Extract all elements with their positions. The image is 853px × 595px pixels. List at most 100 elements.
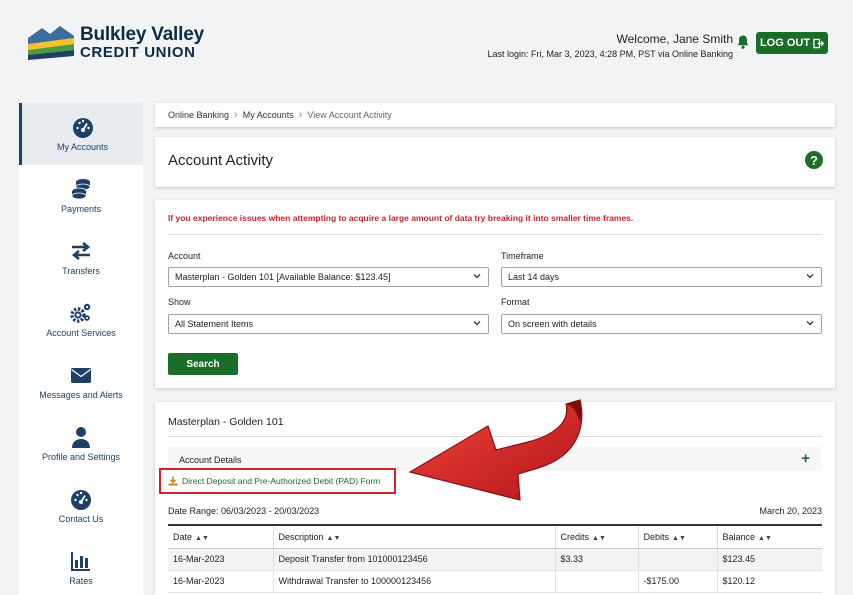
sort-icon: ▲▼ xyxy=(195,534,209,542)
chevron-down-icon xyxy=(473,321,481,326)
help-icon[interactable]: ? xyxy=(805,151,823,169)
column-header-description[interactable]: Description ▲▼ xyxy=(272,524,555,549)
cell-debits xyxy=(637,548,717,571)
brand-logo[interactable]: Bulkley Valley CREDIT UNION xyxy=(28,24,204,60)
download-icon xyxy=(168,476,178,486)
account-name: Masterplan - Golden 101 xyxy=(168,416,284,428)
dashboard-icon xyxy=(71,490,91,510)
sidebar-item-rates[interactable]: Rates xyxy=(19,537,143,595)
bar-chart-icon xyxy=(71,552,90,571)
last-login-text: Last login: Fri, Mar 3, 2023, 4:28 PM, P… xyxy=(487,49,733,59)
user-icon xyxy=(72,427,90,448)
breadcrumb-my-accounts[interactable]: My Accounts xyxy=(243,110,294,120)
sidebar-item-label: Transfers xyxy=(62,266,100,276)
sidebar-item-label: Payments xyxy=(60,204,102,214)
pad-form-link[interactable]: Direct Deposit and Pre-Authorized Debit … xyxy=(159,468,396,494)
title-card: Account Activity ? xyxy=(155,137,835,187)
cell-date: 16-Mar-2023 xyxy=(168,548,273,571)
sidebar: My Accounts Payments Transfers Account S… xyxy=(19,103,143,595)
sidebar-item-label: Profile and Settings xyxy=(41,452,121,462)
timeframe-label: Timeframe xyxy=(501,251,544,261)
brand-line1: Bulkley Valley xyxy=(80,23,204,45)
sidebar-item-label: Messages and Alerts xyxy=(39,390,123,400)
report-date: March 20, 2023 xyxy=(759,506,822,516)
gears-icon xyxy=(70,303,91,323)
cell-description: Deposit Transfer from 101000123456 xyxy=(272,548,555,571)
sidebar-item-profile-settings[interactable]: Profile and Settings xyxy=(19,413,143,475)
format-select-value: On screen with details xyxy=(508,319,597,329)
table-row: 16-Mar-2023 Withdrawal Transfer to 10000… xyxy=(168,570,822,593)
brand-line2: CREDIT UNION xyxy=(80,43,196,61)
chevron-down-icon xyxy=(806,274,814,279)
timeframe-select[interactable]: Last 14 days xyxy=(501,267,822,287)
coins-icon xyxy=(71,179,91,200)
show-select-value: All Statement Items xyxy=(175,319,254,329)
account-select[interactable]: Masterplan - Golden 101 [Available Balan… xyxy=(168,267,489,287)
header: Bulkley Valley CREDIT UNION Welcome, Jan… xyxy=(0,0,853,90)
table-header-row: Date ▲▼ Description ▲▼ Credits ▲▼ Debits ▲▼ … xyxy=(168,524,822,549)
breadcrumb-current: View Account Activity xyxy=(307,110,392,120)
column-header-credits[interactable]: Credits ▲▼ xyxy=(554,524,638,549)
pad-form-link-label: Direct Deposit and Pre-Authorized Debit … xyxy=(182,476,381,486)
format-label: Format xyxy=(501,297,530,307)
dashboard-icon xyxy=(72,118,93,138)
sidebar-item-account-services[interactable]: Account Services xyxy=(19,289,143,351)
logout-label: LOG OUT xyxy=(759,37,811,49)
transactions-table: Date ▲▼ Description ▲▼ Credits ▲▼ Debits ▲▼ … xyxy=(168,524,822,593)
cell-balance: $120.12 xyxy=(716,570,822,593)
column-header-debits[interactable]: Debits ▲▼ xyxy=(637,524,717,549)
sort-icon: ▲▼ xyxy=(758,534,772,542)
chevron-right-icon: › xyxy=(234,109,238,121)
sort-icon: ▲▼ xyxy=(326,534,341,542)
sidebar-item-label: Rates xyxy=(69,576,93,586)
sort-icon: ▲▼ xyxy=(592,534,606,542)
chevron-down-icon xyxy=(473,274,481,279)
show-label: Show xyxy=(168,297,191,307)
sidebar-item-payments[interactable]: Payments xyxy=(19,165,143,227)
divider xyxy=(168,436,822,437)
welcome-text: Welcome, Jane Smith xyxy=(616,32,734,46)
sidebar-item-messages-alerts[interactable]: Messages and Alerts xyxy=(19,351,143,413)
sidebar-item-my-accounts[interactable]: My Accounts xyxy=(19,103,143,165)
cell-balance: $123.45 xyxy=(716,548,822,571)
timeframe-select-value: Last 14 days xyxy=(508,272,560,282)
chevron-right-icon: › xyxy=(298,109,303,121)
column-header-date[interactable]: Date ▲▼ xyxy=(168,524,273,549)
column-header-balance[interactable]: Balance ▲▼ xyxy=(716,524,822,549)
account-select-value: Masterplan - Golden 101 [Available Balan… xyxy=(175,272,391,282)
account-label: Account xyxy=(168,251,201,261)
page-title: Account Activity xyxy=(168,152,274,169)
cell-debits: -$175.00 xyxy=(637,570,717,593)
search-button[interactable]: Search xyxy=(168,353,238,375)
account-details-label: Account Details xyxy=(179,455,242,465)
search-form-card: If you experience issues when attempting… xyxy=(155,200,835,388)
welcome-block: Welcome, Jane Smith Last login: Fri, Mar… xyxy=(488,32,733,59)
transfer-arrows-icon xyxy=(71,241,91,261)
cell-date: 16-Mar-2023 xyxy=(168,570,273,593)
cell-credits xyxy=(554,570,638,593)
plus-icon[interactable]: + xyxy=(801,450,810,467)
cell-description: Withdrawal Transfer to 100000123456 xyxy=(272,570,555,593)
date-range: Date Range: 06/03/2023 - 20/03/2023 xyxy=(168,506,320,516)
show-select[interactable]: All Statement Items xyxy=(168,314,489,334)
activity-card: Masterplan - Golden 101 Account Details … xyxy=(155,402,835,595)
chevron-down-icon xyxy=(806,321,814,326)
valley-logo-icon xyxy=(28,26,74,60)
warning-message: If you experience issues when attempting… xyxy=(168,213,634,223)
logout-icon xyxy=(813,38,825,48)
breadcrumb: Online Banking › My Accounts › View Acco… xyxy=(155,103,835,127)
format-select[interactable]: On screen with details xyxy=(501,314,822,334)
breadcrumb-online-banking[interactable]: Online Banking xyxy=(168,110,229,120)
sidebar-item-label: My Accounts xyxy=(56,142,109,152)
table-row: 16-Mar-2023 Deposit Transfer from 101000… xyxy=(168,548,822,571)
sidebar-item-transfers[interactable]: Transfers xyxy=(19,227,143,289)
sidebar-item-label: Contact Us xyxy=(58,514,104,524)
sidebar-item-contact-us[interactable]: Contact Us xyxy=(19,475,143,537)
sidebar-item-label: Account Services xyxy=(46,328,116,338)
bell-icon[interactable] xyxy=(737,35,749,49)
envelope-icon xyxy=(71,368,91,383)
logout-button[interactable]: LOG OUT xyxy=(756,32,828,54)
sort-icon: ▲▼ xyxy=(672,534,686,542)
cell-credits: $3.33 xyxy=(554,548,638,571)
divider xyxy=(168,234,822,235)
